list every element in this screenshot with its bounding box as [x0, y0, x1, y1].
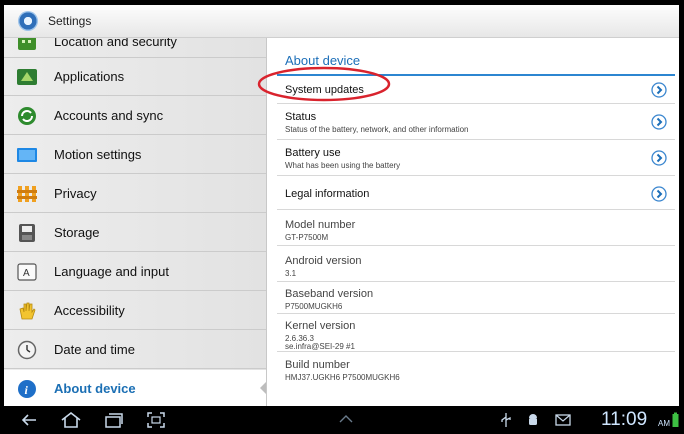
row-model-number: Model number GT-P7500M	[277, 210, 675, 246]
sidebar-item-label: Accounts and sync	[54, 108, 164, 123]
accessibility-icon	[19, 302, 36, 320]
sidebar-item-label: About device	[54, 381, 136, 396]
status-ampm: AM	[658, 419, 670, 428]
sidebar-item-label: Language and input	[54, 264, 169, 279]
info-icon: i	[18, 380, 36, 398]
row-value: HMJ37.UGKH6 P7500MUGKH6	[285, 373, 400, 382]
storage-icon	[19, 224, 35, 242]
row-title: Kernel version	[285, 320, 356, 332]
row-summary: What has been using the battery	[285, 161, 401, 170]
selection-indicator	[260, 381, 266, 395]
app-title: Settings	[48, 14, 92, 28]
sidebar-item-accounts-sync[interactable]: Accounts and sync	[4, 97, 266, 135]
sidebar-item-privacy[interactable]: Privacy	[4, 175, 266, 213]
sidebar-item-date-time[interactable]: Date and time	[4, 331, 266, 369]
sidebar-item-label: Accessibility	[54, 303, 125, 318]
row-value: GT-P7500M	[285, 233, 329, 242]
sidebar-item-label: Location and security	[54, 38, 177, 49]
applications-icon	[17, 69, 37, 85]
back-icon[interactable]	[20, 411, 38, 429]
sidebar-item-label: Applications	[54, 69, 125, 84]
android-icon	[529, 414, 537, 425]
home-icon[interactable]	[60, 411, 82, 429]
row-title: Model number	[285, 219, 356, 231]
sidebar-item-label: Privacy	[54, 186, 97, 201]
status-clock[interactable]: 11:09	[601, 409, 647, 431]
row-value-line2: se.infra@SEI-29 #1	[285, 342, 355, 351]
row-title: Build number	[285, 359, 350, 371]
row-value: P7500MUGKH6	[285, 302, 343, 311]
sidebar-item-storage[interactable]: Storage	[4, 214, 266, 252]
recent-apps-icon[interactable]	[104, 411, 124, 429]
row-status[interactable]: Status Status of the battery, network, a…	[277, 104, 675, 140]
highlight-annotation	[257, 66, 391, 102]
row-value: 3.1	[285, 269, 297, 278]
location-security-icon	[18, 38, 36, 50]
sidebar-item-label: Storage	[54, 225, 100, 240]
language-icon: A	[17, 263, 37, 281]
privacy-icon	[17, 186, 37, 202]
row-legal-information[interactable]: Legal information	[277, 176, 675, 210]
sidebar-item-language-input[interactable]: A Language and input	[4, 253, 266, 291]
battery-icon	[672, 412, 679, 427]
chevron-right-icon	[651, 82, 667, 98]
usb-icon	[501, 413, 511, 427]
screenshot-icon[interactable]	[146, 411, 166, 429]
chevron-up-icon[interactable]	[338, 414, 354, 424]
row-title: Baseband version	[285, 288, 374, 300]
row-title: Legal information	[285, 188, 370, 200]
sidebar-item-label: Motion settings	[54, 147, 142, 162]
sidebar-item-about-device[interactable]: i About device	[4, 370, 266, 406]
sidebar-item-label: Date and time	[54, 342, 135, 357]
sidebar-item-location-security[interactable]: Location and security	[4, 38, 266, 58]
row-android-version: Android version 3.1	[277, 246, 675, 282]
clock-icon	[17, 340, 37, 360]
chevron-right-icon	[651, 114, 667, 130]
row-baseband-version: Baseband version P7500MUGKH6	[277, 282, 675, 314]
row-title: Battery use	[285, 147, 341, 159]
row-title: Android version	[285, 255, 362, 267]
settings-sidebar: Location and security Applications Accou…	[4, 38, 267, 406]
row-kernel-version: Kernel version 2.6.36.3 se.infra@SEI-29 …	[277, 314, 675, 352]
accounts-sync-icon	[18, 107, 36, 125]
row-summary: Status of the battery, network, and othe…	[285, 125, 469, 134]
action-bar: Settings	[4, 5, 679, 38]
chevron-right-icon	[651, 150, 667, 166]
svg-text:A: A	[23, 268, 30, 279]
sidebar-item-accessibility[interactable]: Accessibility	[4, 292, 266, 330]
row-title: Status	[285, 111, 317, 123]
sidebar-item-motion-settings[interactable]: Motion settings	[4, 136, 266, 174]
system-navigation-bar: 11:09 AM	[4, 406, 679, 434]
message-icon	[555, 414, 571, 426]
motion-icon	[17, 148, 37, 162]
row-build-number: Build number HMJ37.UGKH6 P7500MUGKH6	[277, 352, 675, 386]
chevron-right-icon	[651, 186, 667, 202]
settings-app-icon[interactable]	[18, 11, 38, 31]
sidebar-item-applications[interactable]: Applications	[4, 58, 266, 96]
row-battery-use[interactable]: Battery use What has been using the batt…	[277, 140, 675, 176]
